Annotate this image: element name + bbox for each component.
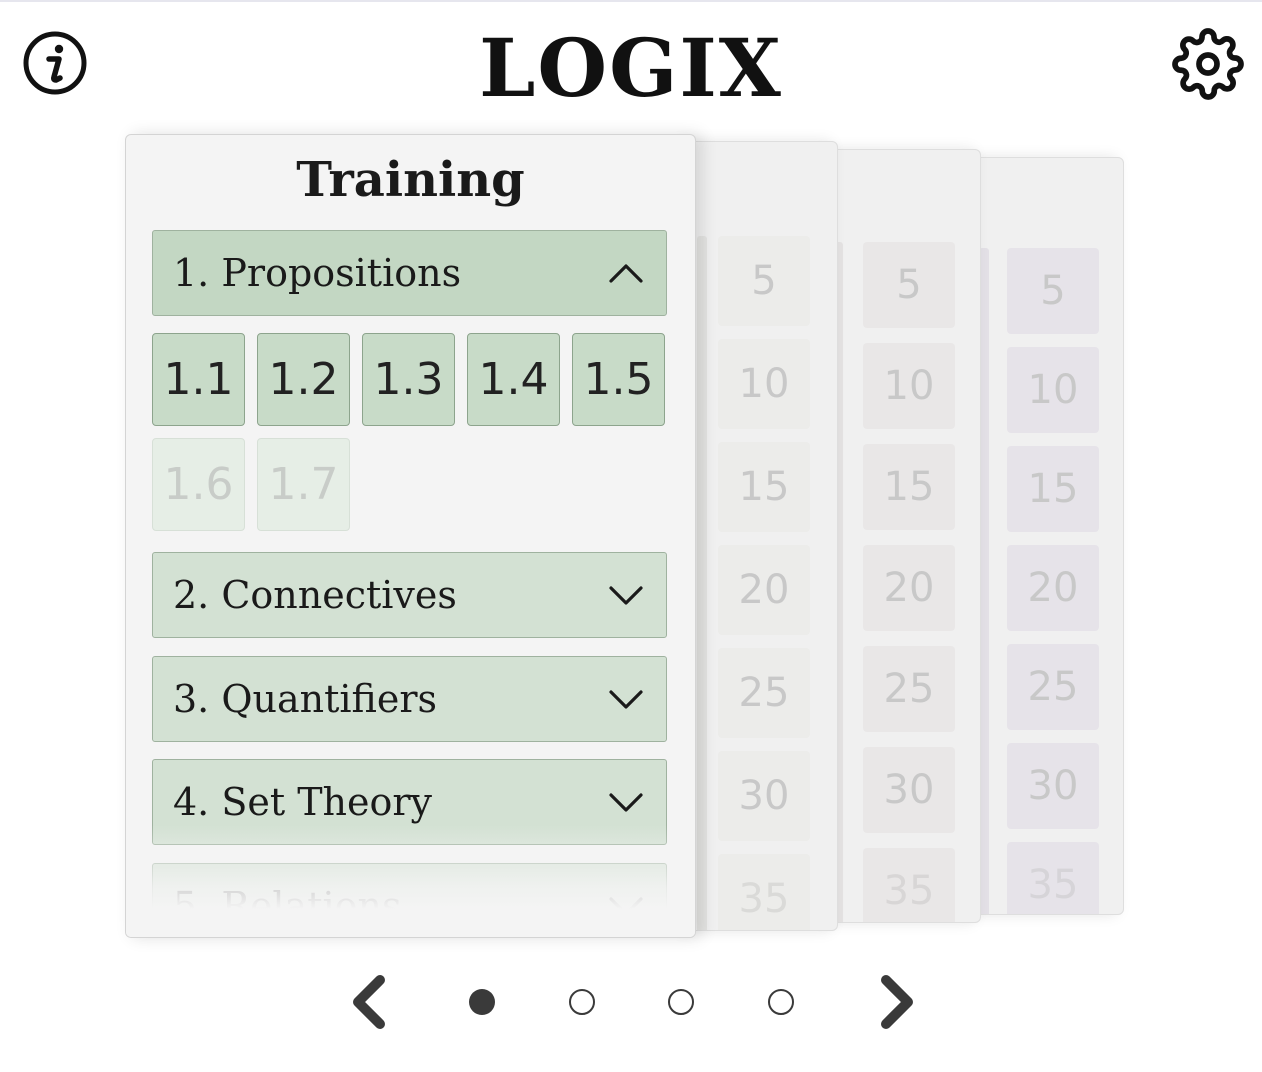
chapter-connectives[interactable]: 2. Connectives: [152, 552, 667, 638]
chevron-right-icon: [881, 975, 913, 1029]
chapter-label: 3. Quantifiers: [173, 677, 438, 721]
level-button-1-5[interactable]: 1.5: [572, 333, 665, 426]
background-card-2[interactable]: 5 10 15 20 25 30 35: [826, 149, 981, 923]
chapter-label: 1. Propositions: [173, 251, 462, 295]
card-edge-strip: [697, 236, 707, 930]
chapter-label: 5. Relations: [173, 884, 402, 928]
level-cell: 20: [863, 545, 955, 631]
level-button-1-2[interactable]: 1.2: [257, 333, 350, 426]
chevron-down-icon: [609, 897, 643, 916]
level-button-1-4[interactable]: 1.4: [467, 333, 560, 426]
page-dot-3[interactable]: [668, 989, 694, 1015]
level-cell: 30: [718, 751, 810, 841]
settings-button[interactable]: [1172, 28, 1244, 100]
level-button-1-3[interactable]: 1.3: [362, 333, 455, 426]
page-dot-2[interactable]: [569, 989, 595, 1015]
gear-icon: [1172, 28, 1244, 100]
level-button-1-7: 1.7: [257, 438, 350, 531]
level-cell: 5: [718, 236, 810, 326]
level-cell: 30: [1007, 743, 1099, 829]
level-cell: 20: [1007, 545, 1099, 631]
level-cell: 10: [1007, 347, 1099, 433]
level-cell: 20: [718, 545, 810, 635]
level-cell: 35: [1007, 842, 1099, 914]
chapter-propositions[interactable]: 1. Propositions: [152, 230, 667, 316]
chapter-quantifiers[interactable]: 3. Quantifiers: [152, 656, 667, 742]
chevron-down-icon: [609, 690, 643, 709]
level-cell: 25: [863, 646, 955, 732]
chevron-down-icon: [609, 586, 643, 605]
top-border: [0, 0, 1262, 2]
level-cell: 5: [1007, 248, 1099, 334]
level-cell: 35: [863, 848, 955, 922]
chapter-set-theory[interactable]: 4. Set Theory: [152, 759, 667, 845]
training-card: Training 1. Propositions 1.1 1.2 1.3 1.4…: [125, 134, 696, 938]
chapter-relations[interactable]: 5. Relations: [152, 863, 667, 937]
level-cell: 15: [718, 442, 810, 532]
level-cell: 35: [718, 854, 810, 930]
level-cell: 10: [718, 339, 810, 429]
level-cell: 30: [863, 747, 955, 833]
level-cell: 5: [863, 242, 955, 328]
chevron-up-icon: [609, 264, 643, 283]
prev-page-button[interactable]: [344, 972, 394, 1032]
chevron-left-icon: [353, 975, 385, 1029]
app-title: LOGIX: [479, 21, 783, 115]
background-card-3[interactable]: 5 10 15 20 25 30 35: [970, 157, 1124, 915]
chevron-down-icon: [609, 793, 643, 812]
card-title: Training: [296, 152, 525, 208]
chapter-label: 4. Set Theory: [173, 780, 433, 824]
chapter-label: 2. Connectives: [173, 573, 457, 617]
page-dot-1[interactable]: [469, 989, 495, 1015]
level-cell: 15: [1007, 446, 1099, 532]
background-card-1[interactable]: 5 10 15 20 25 30 35: [682, 141, 838, 931]
level-cell: 25: [1007, 644, 1099, 730]
level-button-1-1[interactable]: 1.1: [152, 333, 245, 426]
level-cell: 10: [863, 343, 955, 429]
level-cell: 25: [718, 648, 810, 738]
level-button-1-6: 1.6: [152, 438, 245, 531]
page-dot-4[interactable]: [768, 989, 794, 1015]
level-cell: 15: [863, 444, 955, 530]
next-page-button[interactable]: [872, 972, 922, 1032]
